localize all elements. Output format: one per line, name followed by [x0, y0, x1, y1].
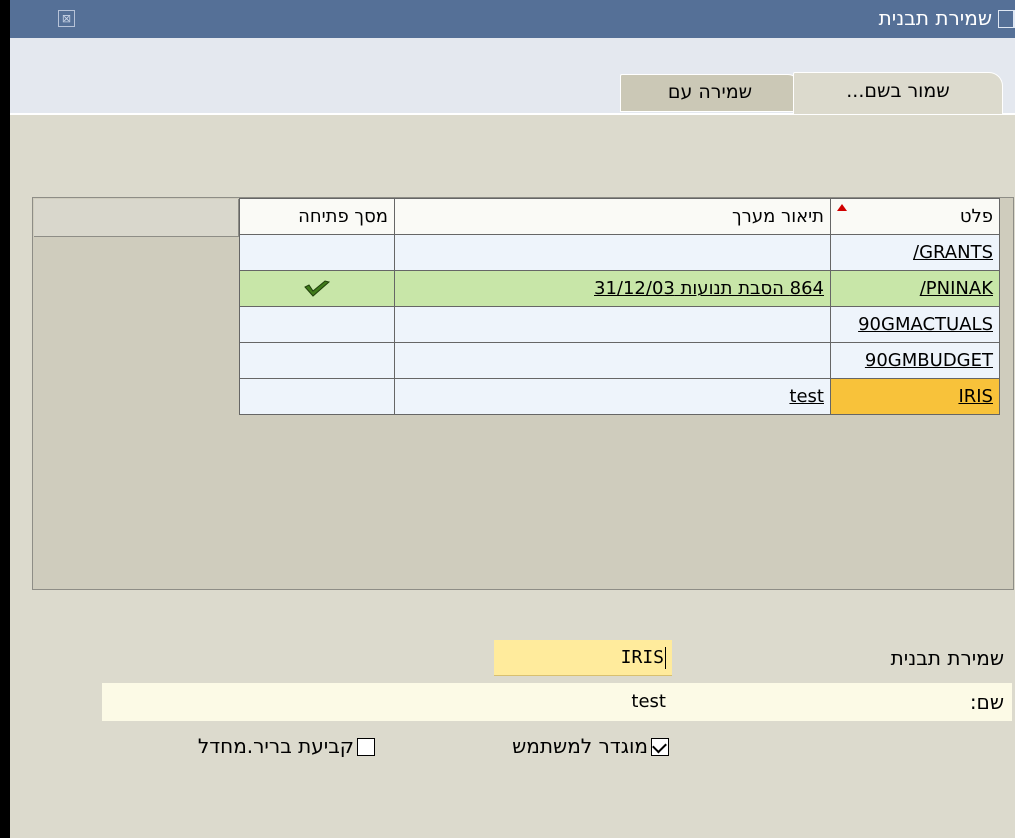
sort-ascending-icon [837, 204, 847, 211]
title-bar: ⊠ שמירת תבנית [10, 0, 1022, 38]
layout-cell[interactable]: /PNINAK [830, 270, 1000, 307]
table-row[interactable]: /GRANTS [239, 234, 1000, 271]
layout-table: פלט תיאור מערך מסך פתיחה /GRANTS /PNINAK… [239, 198, 1000, 415]
initial-screen-cell[interactable] [239, 306, 395, 343]
tab-save-with[interactable]: שמירה עם [620, 74, 800, 112]
table-row[interactable]: 90GMACTUALS [239, 306, 1000, 343]
text-caret [665, 647, 666, 669]
name-field-label: שם: [969, 690, 1004, 714]
window-title: שמירת תבנית [878, 6, 992, 30]
tab-save-as[interactable]: שמור בשם... [793, 72, 1003, 114]
table-row[interactable]: IRIS test [239, 378, 1000, 415]
default-setting-label: קביעת בריר.מחדל [197, 734, 354, 758]
column-header-layout[interactable]: פלט [830, 198, 1000, 235]
description-cell[interactable]: 864 הסבת תנועות 31/12/03 [394, 270, 831, 307]
description-cell[interactable] [394, 342, 831, 379]
name-field-background [672, 683, 1012, 721]
table-row[interactable]: /PNINAK 864 הסבת תנועות 31/12/03 [239, 270, 1000, 307]
layout-grid-panel: פלט תיאור מערך מסך פתיחה /GRANTS /PNINAK… [32, 197, 1014, 590]
layout-cell[interactable]: 90GMBUDGET [830, 342, 1000, 379]
initial-screen-cell[interactable] [239, 234, 395, 271]
description-cell[interactable]: test [394, 378, 831, 415]
table-row[interactable]: 90GMBUDGET [239, 342, 1000, 379]
user-specific-label: מוגדר למשתמש [512, 734, 648, 758]
layout-cell-selected[interactable]: IRIS [830, 378, 1000, 415]
name-input[interactable]: test [102, 683, 672, 721]
close-icon[interactable]: ⊠ [58, 10, 75, 27]
tab-save-as-label: שמור בשם... [846, 80, 950, 102]
window-right-border [1015, 0, 1022, 838]
description-cell[interactable] [394, 306, 831, 343]
layout-cell[interactable]: 90GMACTUALS [830, 306, 1000, 343]
tab-save-with-label: שמירה עם [667, 81, 753, 103]
description-cell[interactable] [394, 234, 831, 271]
layout-link[interactable]: /GRANTS [913, 242, 993, 263]
initial-screen-cell[interactable] [239, 378, 395, 415]
initial-screen-cell[interactable] [239, 342, 395, 379]
column-header-initial-screen[interactable]: מסך פתיחה [239, 198, 395, 235]
user-specific-checkbox[interactable] [651, 738, 669, 756]
layout-link[interactable]: IRIS [958, 386, 993, 407]
layout-input[interactable]: IRIS [494, 640, 672, 676]
checkmark-icon [304, 279, 331, 297]
window-icon [998, 10, 1016, 28]
layout-cell[interactable]: /GRANTS [830, 234, 1000, 271]
layout-field-label: שמירת תבנית [890, 646, 1004, 670]
default-setting-checkbox[interactable] [357, 738, 375, 756]
column-header-description[interactable]: תיאור מערך [394, 198, 831, 235]
initial-screen-cell[interactable] [239, 270, 395, 307]
layout-link[interactable]: 90GMBUDGET [865, 350, 993, 371]
window-left-border [0, 0, 10, 838]
grid-header-filler [34, 199, 239, 237]
layout-link[interactable]: 90GMACTUALS [858, 314, 993, 335]
layout-link[interactable]: /PNINAK [920, 278, 993, 299]
